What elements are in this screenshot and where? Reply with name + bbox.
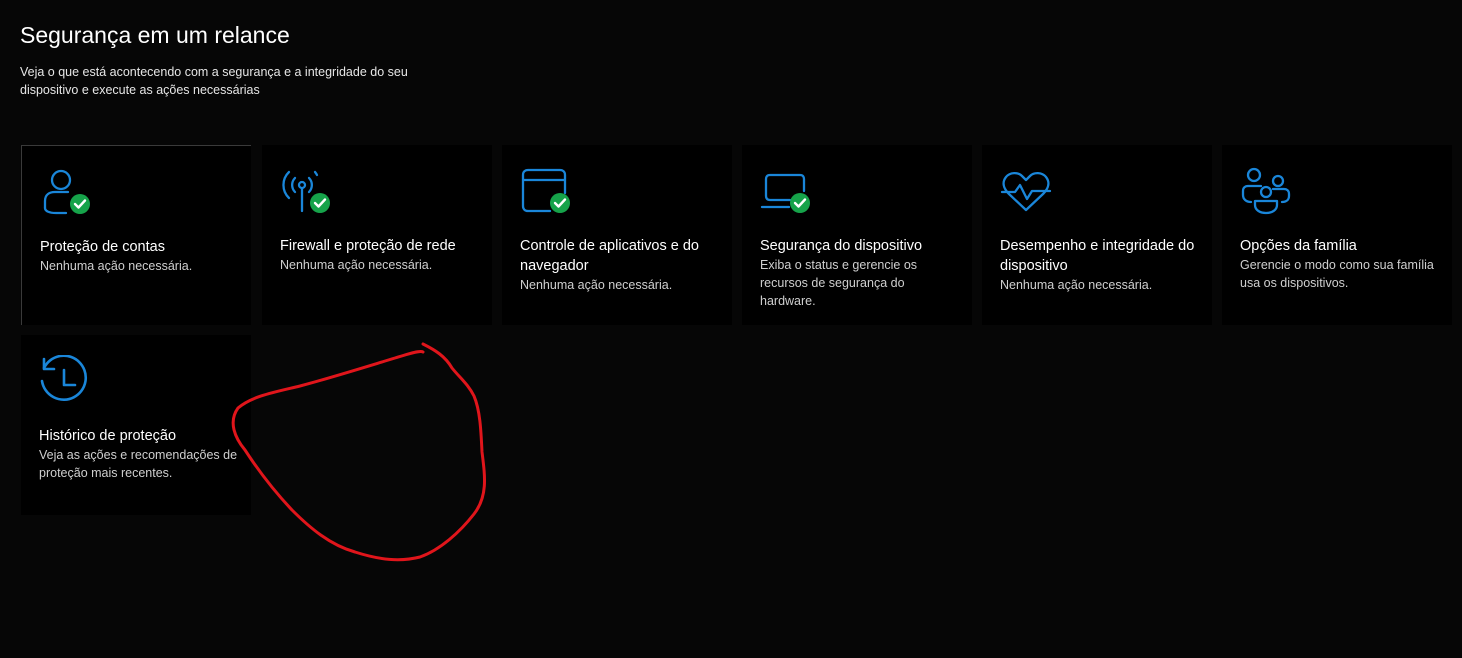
tile-status: Nenhuma ação necessária.: [40, 259, 193, 273]
device-security-icon: [760, 165, 812, 217]
protection-history-icon: [39, 355, 91, 407]
tile-title: Controle de aplicativos e do navegador: [520, 238, 699, 274]
tile-app-browser-control[interactable]: Controle de aplicativos e do navegador N…: [502, 145, 732, 325]
tile-device-performance[interactable]: Desempenho e integridade do dispositivo …: [982, 145, 1212, 325]
page-title: Segurança em um relance: [20, 22, 290, 48]
firewall-network-icon: [280, 165, 332, 217]
tile-title: Proteção de contas: [40, 239, 165, 255]
tile-status: Nenhuma ação necessária.: [280, 258, 433, 272]
tile-title: Opções da família: [1240, 238, 1357, 254]
tile-title: Histórico de proteção: [39, 428, 177, 444]
device-performance-health-icon: [1000, 165, 1052, 217]
tile-protection-history[interactable]: Histórico de proteção Veja as ações e re…: [21, 335, 251, 515]
account-protection-icon: [40, 166, 92, 218]
tile-account-protection[interactable]: Proteção de contas Nenhuma ação necessár…: [21, 145, 251, 325]
tile-device-security[interactable]: Segurança do dispositivo Exiba o status …: [742, 145, 972, 325]
tile-status: Nenhuma ação necessária.: [1000, 278, 1153, 292]
tile-firewall-network[interactable]: Firewall e proteção de rede Nenhuma ação…: [262, 145, 492, 325]
tile-status: Nenhuma ação necessária.: [520, 278, 673, 292]
app-browser-control-icon: [520, 165, 572, 217]
tile-family-options[interactable]: Opções da família Gerencie o modo como s…: [1222, 145, 1452, 325]
tile-title: Firewall e proteção de rede: [280, 238, 456, 254]
tile-status: Veja as ações e recomendações de proteçã…: [39, 448, 238, 480]
tile-status: Exiba o status e gerencie os recursos de…: [760, 258, 918, 308]
family-options-icon: [1240, 165, 1292, 217]
tile-status: Gerencie o modo como sua família usa os …: [1240, 258, 1434, 290]
tile-title: Desempenho e integridade do dispositivo: [1000, 238, 1195, 274]
tile-title: Segurança do dispositivo: [760, 238, 923, 254]
page-subtitle: Veja o que está acontecendo com a segura…: [20, 65, 408, 97]
